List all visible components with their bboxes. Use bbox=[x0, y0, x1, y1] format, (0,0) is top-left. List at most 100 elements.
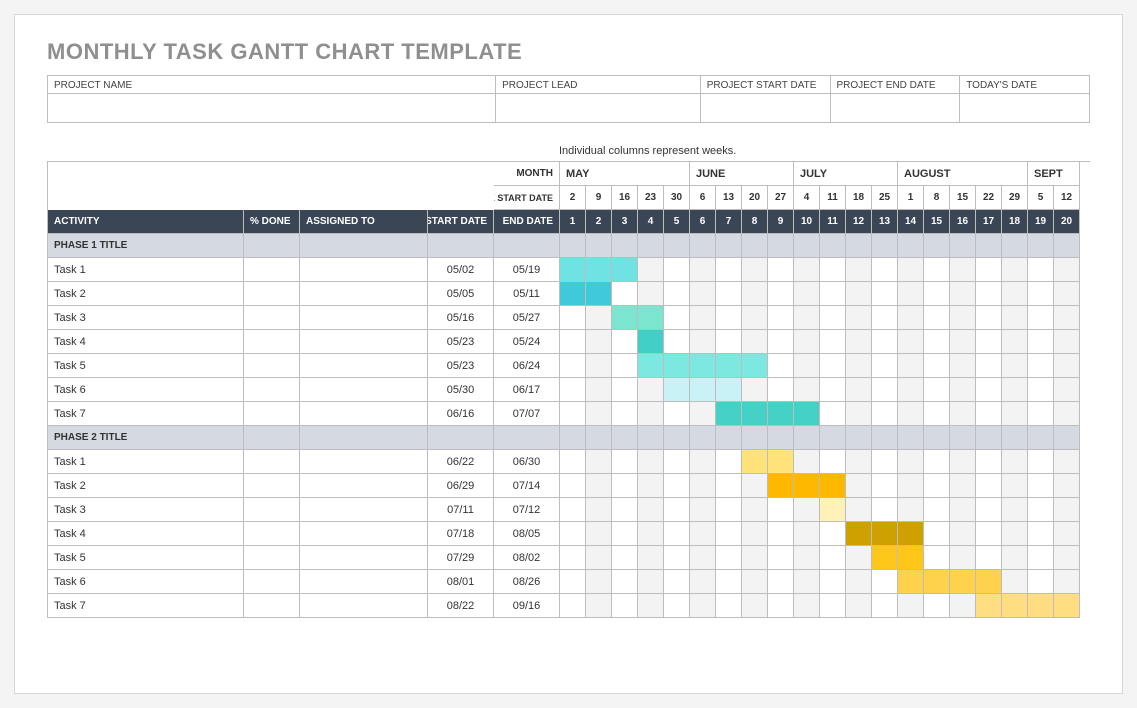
task-name[interactable]: Task 6 bbox=[48, 570, 244, 594]
gantt-cell bbox=[872, 402, 898, 426]
task-pct-done[interactable] bbox=[244, 282, 300, 306]
task-name[interactable]: Task 3 bbox=[48, 306, 244, 330]
task-end-date[interactable]: 08/26 bbox=[494, 570, 560, 594]
task-name[interactable]: Task 1 bbox=[48, 258, 244, 282]
gantt-cell bbox=[794, 378, 820, 402]
gantt-cell bbox=[872, 234, 898, 258]
task-end-date[interactable]: 07/14 bbox=[494, 474, 560, 498]
task-end-date[interactable]: 09/16 bbox=[494, 594, 560, 618]
task-pct-done[interactable] bbox=[244, 354, 300, 378]
task-pct-done[interactable] bbox=[244, 306, 300, 330]
phase-start[interactable] bbox=[428, 426, 494, 450]
task-assigned[interactable] bbox=[300, 282, 428, 306]
gantt-cell bbox=[742, 498, 768, 522]
task-name[interactable]: Task 2 bbox=[48, 282, 244, 306]
task-pct-done[interactable] bbox=[244, 450, 300, 474]
gantt-cell bbox=[1028, 330, 1054, 354]
task-name[interactable]: Task 6 bbox=[48, 378, 244, 402]
task-pct-done[interactable] bbox=[244, 546, 300, 570]
task-pct-done[interactable] bbox=[244, 330, 300, 354]
task-name[interactable]: Task 7 bbox=[48, 402, 244, 426]
task-start-date[interactable]: 07/18 bbox=[428, 522, 494, 546]
task-start-date[interactable]: 07/11 bbox=[428, 498, 494, 522]
task-assigned[interactable] bbox=[300, 522, 428, 546]
task-end-date[interactable]: 07/12 bbox=[494, 498, 560, 522]
today-input[interactable] bbox=[960, 94, 1089, 122]
task-end-date[interactable]: 08/05 bbox=[494, 522, 560, 546]
phase-end[interactable] bbox=[494, 426, 560, 450]
task-start-date[interactable]: 05/16 bbox=[428, 306, 494, 330]
task-pct-done[interactable] bbox=[244, 402, 300, 426]
task-name[interactable]: Task 5 bbox=[48, 354, 244, 378]
phase-assigned[interactable] bbox=[300, 426, 428, 450]
task-name[interactable]: Task 5 bbox=[48, 546, 244, 570]
task-pct-done[interactable] bbox=[244, 378, 300, 402]
phase-pct[interactable] bbox=[244, 234, 300, 258]
task-start-date[interactable]: 06/22 bbox=[428, 450, 494, 474]
phase-start[interactable] bbox=[428, 234, 494, 258]
project-lead-input[interactable] bbox=[496, 94, 700, 122]
task-end-date[interactable]: 05/24 bbox=[494, 330, 560, 354]
phase-end[interactable] bbox=[494, 234, 560, 258]
gantt-cell bbox=[846, 258, 872, 282]
task-pct-done[interactable] bbox=[244, 594, 300, 618]
task-end-date[interactable]: 05/11 bbox=[494, 282, 560, 306]
task-assigned[interactable] bbox=[300, 498, 428, 522]
task-end-date[interactable]: 07/07 bbox=[494, 402, 560, 426]
task-assigned[interactable] bbox=[300, 594, 428, 618]
gantt-cell bbox=[820, 570, 846, 594]
project-end-input[interactable] bbox=[831, 94, 960, 122]
task-assigned[interactable] bbox=[300, 378, 428, 402]
task-start-date[interactable]: 06/29 bbox=[428, 474, 494, 498]
task-start-date[interactable]: 08/22 bbox=[428, 594, 494, 618]
task-end-date[interactable]: 08/02 bbox=[494, 546, 560, 570]
task-assigned[interactable] bbox=[300, 474, 428, 498]
phase-pct[interactable] bbox=[244, 426, 300, 450]
task-start-date[interactable]: 05/23 bbox=[428, 330, 494, 354]
week-number: 14 bbox=[898, 210, 924, 234]
gantt-cell bbox=[560, 546, 586, 570]
task-name[interactable]: Task 4 bbox=[48, 522, 244, 546]
gantt-cell bbox=[560, 570, 586, 594]
task-name[interactable]: Task 3 bbox=[48, 498, 244, 522]
gantt-cell bbox=[690, 546, 716, 570]
task-assigned[interactable] bbox=[300, 546, 428, 570]
task-start-date[interactable]: 05/02 bbox=[428, 258, 494, 282]
phase-assigned[interactable] bbox=[300, 234, 428, 258]
gantt-cell bbox=[898, 330, 924, 354]
task-start-date[interactable]: 07/29 bbox=[428, 546, 494, 570]
task-end-date[interactable]: 05/19 bbox=[494, 258, 560, 282]
task-start-date[interactable]: 08/01 bbox=[428, 570, 494, 594]
task-name[interactable]: Task 4 bbox=[48, 330, 244, 354]
task-name[interactable]: Task 7 bbox=[48, 594, 244, 618]
task-assigned[interactable] bbox=[300, 330, 428, 354]
task-assigned[interactable] bbox=[300, 450, 428, 474]
gantt-cell bbox=[664, 378, 690, 402]
task-pct-done[interactable] bbox=[244, 474, 300, 498]
gantt-template: MONTHLY TASK GANTT CHART TEMPLATE PROJEC… bbox=[14, 14, 1123, 694]
task-assigned[interactable] bbox=[300, 402, 428, 426]
gantt-cell bbox=[924, 522, 950, 546]
task-name[interactable]: Task 2 bbox=[48, 474, 244, 498]
task-start-date[interactable]: 05/05 bbox=[428, 282, 494, 306]
task-assigned[interactable] bbox=[300, 306, 428, 330]
task-name[interactable]: Task 1 bbox=[48, 450, 244, 474]
task-end-date[interactable]: 06/30 bbox=[494, 450, 560, 474]
task-start-date[interactable]: 05/23 bbox=[428, 354, 494, 378]
task-pct-done[interactable] bbox=[244, 522, 300, 546]
gantt-cell bbox=[690, 258, 716, 282]
task-end-date[interactable]: 06/17 bbox=[494, 378, 560, 402]
task-assigned[interactable] bbox=[300, 354, 428, 378]
project-start-input[interactable] bbox=[701, 94, 830, 122]
task-start-date[interactable]: 05/30 bbox=[428, 378, 494, 402]
task-pct-done[interactable] bbox=[244, 570, 300, 594]
task-pct-done[interactable] bbox=[244, 258, 300, 282]
task-end-date[interactable]: 06/24 bbox=[494, 354, 560, 378]
task-assigned[interactable] bbox=[300, 258, 428, 282]
project-name-input[interactable] bbox=[48, 94, 495, 122]
task-start-date[interactable]: 06/16 bbox=[428, 402, 494, 426]
task-pct-done[interactable] bbox=[244, 498, 300, 522]
task-assigned[interactable] bbox=[300, 570, 428, 594]
gantt-cell bbox=[1054, 522, 1080, 546]
task-end-date[interactable]: 05/27 bbox=[494, 306, 560, 330]
